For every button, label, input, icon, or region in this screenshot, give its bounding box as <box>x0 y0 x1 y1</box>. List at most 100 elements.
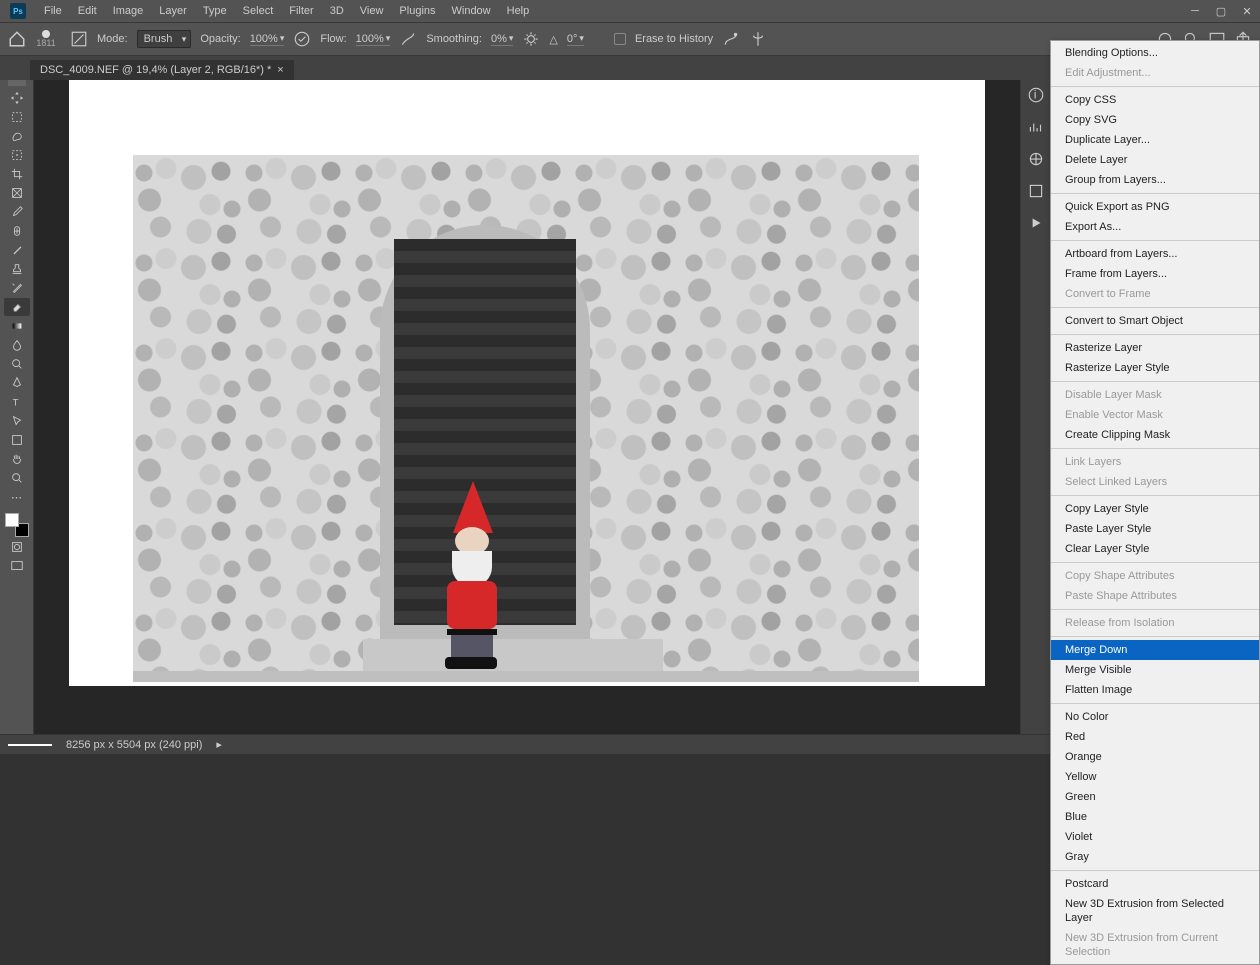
ctx-export-as[interactable]: Export As... <box>1051 217 1259 237</box>
symmetry-icon[interactable] <box>749 30 767 48</box>
ctx-create-clipping-mask[interactable]: Create Clipping Mask <box>1051 425 1259 445</box>
ctx-violet[interactable]: Violet <box>1051 827 1259 847</box>
menu-image[interactable]: Image <box>105 0 152 22</box>
brush-preview[interactable]: 1811 <box>35 28 57 50</box>
ctx-green[interactable]: Green <box>1051 787 1259 807</box>
crop-tool[interactable] <box>4 165 30 183</box>
marquee-tool[interactable] <box>4 108 30 126</box>
ctx-rasterize-layer[interactable]: Rasterize Layer <box>1051 338 1259 358</box>
shape-tool[interactable] <box>4 431 30 449</box>
menu-help[interactable]: Help <box>499 0 538 22</box>
menu-edit[interactable]: Edit <box>70 0 105 22</box>
erase-history-checkbox[interactable] <box>614 33 626 45</box>
ctx-copy-css[interactable]: Copy CSS <box>1051 90 1259 110</box>
quick-mask-icon[interactable] <box>4 538 30 556</box>
ctx-artboard-from-layers[interactable]: Artboard from Layers... <box>1051 244 1259 264</box>
ctx-yellow[interactable]: Yellow <box>1051 767 1259 787</box>
menu-plugins[interactable]: Plugins <box>391 0 443 22</box>
eyedropper-tool[interactable] <box>4 203 30 221</box>
mode-select[interactable]: Brush <box>137 30 192 48</box>
ctx-gray[interactable]: Gray <box>1051 847 1259 867</box>
lasso-tool[interactable] <box>4 127 30 145</box>
canvas-area[interactable] <box>34 80 1020 734</box>
smoothing-gear-icon[interactable] <box>522 30 540 48</box>
ctx-paste-layer-style[interactable]: Paste Layer Style <box>1051 519 1259 539</box>
document-tab[interactable]: DSC_4009.NEF @ 19,4% (Layer 2, RGB/16*) … <box>30 60 294 80</box>
ctx-copy-shape-attributes: Copy Shape Attributes <box>1051 566 1259 586</box>
brush-toggle-icon[interactable] <box>70 30 88 48</box>
ctx-quick-export-as-png[interactable]: Quick Export as PNG <box>1051 197 1259 217</box>
ctx-merge-visible[interactable]: Merge Visible <box>1051 660 1259 680</box>
close-window-button[interactable]: ✕ <box>1234 0 1260 22</box>
wand-tool[interactable] <box>4 146 30 164</box>
pressure-opacity-icon[interactable] <box>293 30 311 48</box>
ctx-rasterize-layer-style[interactable]: Rasterize Layer Style <box>1051 358 1259 378</box>
histogram-panel-icon[interactable] <box>1027 118 1045 136</box>
ctx-blending-options[interactable]: Blending Options... <box>1051 43 1259 63</box>
ctx-red[interactable]: Red <box>1051 727 1259 747</box>
ctx-group-from-layers[interactable]: Group from Layers... <box>1051 170 1259 190</box>
ctx-merge-down[interactable]: Merge Down <box>1051 640 1259 660</box>
ctx-clear-layer-style[interactable]: Clear Layer Style <box>1051 539 1259 559</box>
ctx-new-3d-extrusion-from-current-selection: New 3D Extrusion from Current Selection <box>1051 928 1259 962</box>
stamp-tool[interactable] <box>4 260 30 278</box>
ctx-blue[interactable]: Blue <box>1051 807 1259 827</box>
ctx-frame-from-layers[interactable]: Frame from Layers... <box>1051 264 1259 284</box>
gradient-tool[interactable] <box>4 317 30 335</box>
hand-tool[interactable] <box>4 450 30 468</box>
blur-tool[interactable] <box>4 336 30 354</box>
info-panel-icon[interactable]: i <box>1027 86 1045 104</box>
ctx-copy-svg[interactable]: Copy SVG <box>1051 110 1259 130</box>
edit-toolbar[interactable]: ⋯ <box>4 488 30 506</box>
ctx-duplicate-layer[interactable]: Duplicate Layer... <box>1051 130 1259 150</box>
ctx-no-color[interactable]: No Color <box>1051 707 1259 727</box>
tablet-pressure-icon[interactable] <box>722 30 740 48</box>
ctx-orange[interactable]: Orange <box>1051 747 1259 767</box>
ctx-enable-vector-mask: Enable Vector Mask <box>1051 405 1259 425</box>
color-swatch[interactable] <box>5 513 29 537</box>
brush-tool[interactable] <box>4 241 30 259</box>
menu-view[interactable]: View <box>352 0 392 22</box>
ctx-postcard[interactable]: Postcard <box>1051 874 1259 894</box>
zoom-tool[interactable] <box>4 469 30 487</box>
healing-tool[interactable] <box>4 222 30 240</box>
history-brush-tool[interactable] <box>4 279 30 297</box>
doc-dimensions: 8256 px x 5504 px (240 ppi) <box>66 739 202 751</box>
smoothing-input[interactable]: 0% <box>491 33 513 46</box>
frame-tool[interactable] <box>4 184 30 202</box>
menu-window[interactable]: Window <box>444 0 499 22</box>
pen-tool[interactable] <box>4 374 30 392</box>
ctx-delete-layer[interactable]: Delete Layer <box>1051 150 1259 170</box>
minimize-button[interactable]: ─ <box>1182 0 1208 22</box>
type-tool[interactable]: T <box>4 393 30 411</box>
ctx-copy-layer-style[interactable]: Copy Layer Style <box>1051 499 1259 519</box>
status-caret[interactable]: ▸ <box>216 738 222 751</box>
menu-select[interactable]: Select <box>235 0 282 22</box>
close-tab-icon[interactable]: × <box>277 64 283 76</box>
libraries-panel-icon[interactable] <box>1027 182 1045 200</box>
maximize-button[interactable]: ▢ <box>1208 0 1234 22</box>
dodge-tool[interactable] <box>4 355 30 373</box>
path-select-tool[interactable] <box>4 412 30 430</box>
ctx-new-3d-extrusion-from-selected-layer[interactable]: New 3D Extrusion from Selected Layer <box>1051 894 1259 928</box>
flow-input[interactable]: 100% <box>356 33 391 46</box>
menu-file[interactable]: File <box>36 0 70 22</box>
angle-input[interactable]: 0° <box>567 33 584 46</box>
panel-grip[interactable] <box>8 80 26 86</box>
adjustments-panel-icon[interactable] <box>1027 150 1045 168</box>
move-tool[interactable] <box>4 89 30 107</box>
menu-layer[interactable]: Layer <box>151 0 195 22</box>
menu-type[interactable]: Type <box>195 0 235 22</box>
actions-panel-icon[interactable] <box>1027 214 1045 232</box>
ctx-convert-to-smart-object[interactable]: Convert to Smart Object <box>1051 311 1259 331</box>
eraser-tool[interactable] <box>4 298 30 316</box>
ctx-flatten-image[interactable]: Flatten Image <box>1051 680 1259 700</box>
ctx-link-layers: Link Layers <box>1051 452 1259 472</box>
zoom-field[interactable] <box>8 744 52 746</box>
menu-3d[interactable]: 3D <box>322 0 352 22</box>
airbrush-icon[interactable] <box>399 30 417 48</box>
menu-filter[interactable]: Filter <box>281 0 321 22</box>
opacity-input[interactable]: 100% <box>250 33 285 46</box>
home-icon[interactable] <box>8 30 26 48</box>
screen-mode-icon[interactable] <box>4 557 30 575</box>
